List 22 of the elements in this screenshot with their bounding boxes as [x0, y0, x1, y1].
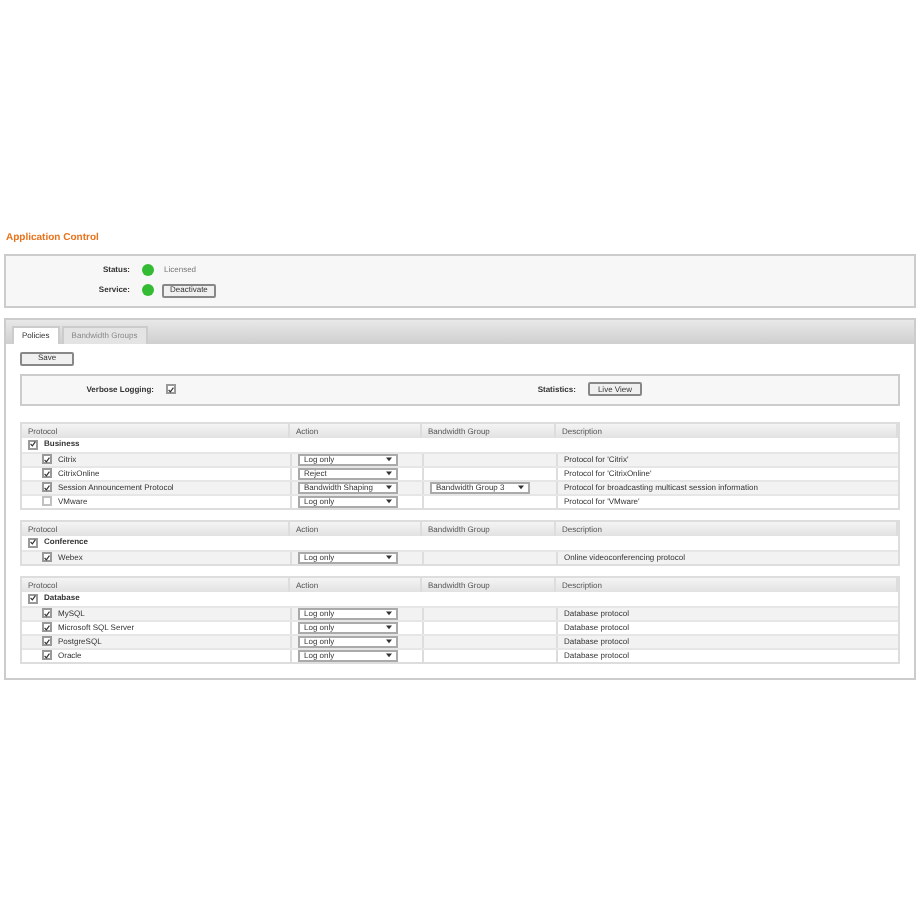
checkbox[interactable]	[166, 384, 176, 394]
dropdown-arrow-icon	[518, 484, 524, 490]
checkbox[interactable]	[42, 482, 52, 492]
checkbox[interactable]	[42, 622, 52, 632]
dropdown-arrow-icon	[386, 624, 392, 630]
checkbox[interactable]	[42, 454, 52, 464]
checkbox[interactable]	[28, 439, 38, 449]
checkbox[interactable]	[28, 593, 38, 603]
dropdown-arrow-icon	[386, 638, 392, 644]
checkbox[interactable]	[42, 636, 52, 646]
dropdown-arrow-icon	[386, 470, 392, 476]
checkbox[interactable]	[42, 650, 52, 660]
checkbox[interactable]	[42, 552, 52, 562]
dropdown-arrow-icon	[386, 652, 392, 658]
checkbox[interactable]	[42, 608, 52, 618]
dropdown-arrow-icon	[386, 498, 392, 504]
dropdown-arrow-icon	[386, 484, 392, 490]
dropdown-arrow-icon	[386, 456, 392, 462]
checkbox[interactable]	[42, 468, 52, 478]
dropdown-arrow-icon	[386, 610, 392, 616]
checkbox[interactable]	[28, 537, 38, 547]
dropdown-arrow-icon	[386, 554, 392, 560]
